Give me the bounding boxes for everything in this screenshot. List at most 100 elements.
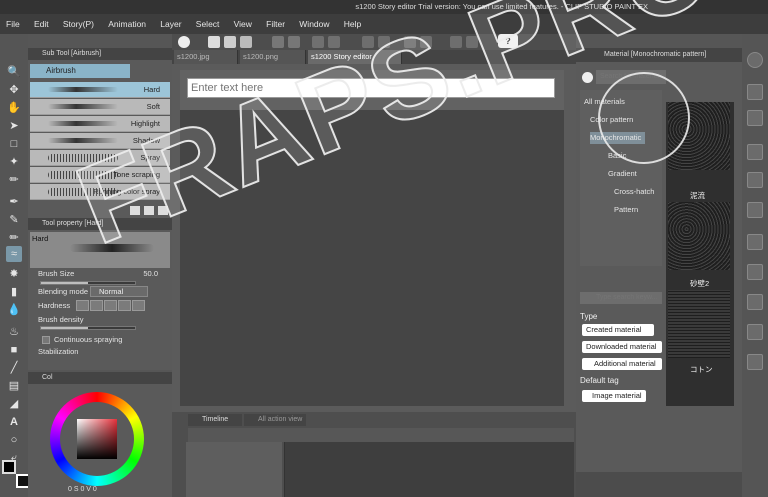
timeline-toolbar <box>188 428 574 442</box>
material-lines-icon[interactable] <box>747 264 763 280</box>
search-icon[interactable] <box>747 52 763 68</box>
hsv-readout: 0 S 0 V 0 <box>68 486 97 493</box>
hand-tool-icon[interactable]: ✋ <box>6 100 22 116</box>
watermark-ring <box>598 72 690 164</box>
menu-file[interactable]: File <box>0 14 26 34</box>
figure-tool-icon[interactable]: ╱ <box>6 360 22 376</box>
text-tool-icon[interactable]: A <box>6 414 22 430</box>
selection-tool-icon[interactable]: □ <box>6 136 22 152</box>
decoration-tool-icon[interactable]: ✸ <box>6 266 22 282</box>
tree-gradient[interactable]: Gradient <box>608 168 637 180</box>
default-tag-label: Default tag <box>580 376 619 385</box>
material-stripe-icon[interactable] <box>747 354 763 370</box>
stabilization-label: Stabilization <box>38 347 79 356</box>
gradient-tool-icon[interactable]: ■ <box>6 342 22 358</box>
material-checker-icon[interactable] <box>747 202 763 218</box>
menu-edit[interactable]: Edit <box>28 14 55 34</box>
eraser-tool-icon[interactable]: ▮ <box>6 284 22 300</box>
material-thumb-label-3: コトン <box>690 365 713 374</box>
menu-view[interactable]: View <box>228 14 258 34</box>
density-slider[interactable] <box>40 326 136 330</box>
type-label: Type <box>580 312 598 321</box>
brush-size-label: Brush Size <box>38 269 75 278</box>
subtool-group-tab[interactable]: Airbrush <box>30 64 130 78</box>
brush-stroke-preview <box>48 121 118 126</box>
material-dots-icon[interactable] <box>747 234 763 250</box>
brush-size-value[interactable]: 50.0 <box>143 268 158 280</box>
brush-label: Hard <box>143 85 160 94</box>
new-file-icon[interactable] <box>208 36 220 48</box>
blend-tool-icon[interactable]: 💧 <box>6 302 22 318</box>
pencil-tool-icon[interactable]: ✎ <box>6 212 22 228</box>
menu-select[interactable]: Select <box>190 14 226 34</box>
pen-tool-icon[interactable]: ✒ <box>6 194 22 210</box>
continuous-label: Continuous spraying <box>54 335 123 344</box>
hardness-level-1[interactable] <box>76 300 89 311</box>
brush-soft[interactable]: Soft <box>30 99 170 115</box>
continuous-checkbox[interactable] <box>42 336 50 344</box>
airbrush-tool-icon[interactable]: ≈ <box>6 246 22 262</box>
menu-animation[interactable]: Animation <box>102 14 152 34</box>
hardness-level-5[interactable] <box>132 300 145 311</box>
redo-icon[interactable] <box>288 36 300 48</box>
tag-additional-material[interactable]: Additional material <box>582 358 662 370</box>
hardness-level-3[interactable] <box>104 300 117 311</box>
stabilization-row: Stabilization <box>38 346 170 358</box>
save-icon[interactable] <box>240 36 252 48</box>
ruler-tool-icon[interactable]: ◢ <box>6 396 22 412</box>
main-color-swatch[interactable] <box>2 460 16 474</box>
menu-layer[interactable]: Layer <box>154 14 187 34</box>
timeline-frames[interactable] <box>284 442 574 497</box>
menu-story[interactable]: Story(P) <box>57 14 100 34</box>
tool-column: 🔍 ✥ ✋ ➤ □ ✦ ✏ ✒ ✎ ✏ ≈ ✸ ▮ 💧 ♨ ■ ╱ ▤ ◢ A … <box>0 34 30 497</box>
zoom-tool-icon[interactable]: 🔍 <box>6 64 22 80</box>
balloon-tool-icon[interactable]: ○ <box>6 432 22 448</box>
density-fill <box>41 327 88 329</box>
blending-select[interactable]: Normal <box>90 286 148 297</box>
brush-hard[interactable]: Hard <box>30 82 170 98</box>
brush-size-slider[interactable] <box>40 281 136 285</box>
undo-icon[interactable] <box>272 36 284 48</box>
tag-search-input[interactable] <box>580 292 662 304</box>
fill-tool-icon[interactable]: ♨ <box>6 324 22 340</box>
tag-created-material[interactable]: Created material <box>582 324 654 336</box>
hardness-level-2[interactable] <box>90 300 103 311</box>
operation-tool-icon[interactable]: ➤ <box>6 118 22 134</box>
frame-tool-icon[interactable]: ▤ <box>6 378 22 394</box>
tab-timeline[interactable]: Timeline <box>188 414 242 426</box>
move-tool-icon[interactable]: ✥ <box>6 82 22 98</box>
auto-select-icon[interactable]: ✦ <box>6 154 22 170</box>
open-file-icon[interactable] <box>224 36 236 48</box>
menu-window[interactable]: Window <box>293 14 335 34</box>
material-thumb-3[interactable] <box>668 290 730 358</box>
saturation-value-square[interactable] <box>77 419 117 459</box>
hardness-level-4[interactable] <box>118 300 131 311</box>
color-header: Col <box>28 372 172 384</box>
material-pattern-icon[interactable] <box>747 172 763 188</box>
eyedropper-icon[interactable]: ✏ <box>6 172 22 188</box>
tag-image-material[interactable]: Image material <box>582 390 646 402</box>
color-panel: Col 0 S 0 V 0 <box>28 372 172 497</box>
tree-pattern[interactable]: Pattern <box>614 204 638 216</box>
color-wheel-inner <box>60 402 134 476</box>
material-noise-icon[interactable] <box>747 324 763 340</box>
material-image-icon[interactable] <box>747 84 763 100</box>
tag-downloaded-material[interactable]: Downloaded material <box>582 341 662 353</box>
tree-cross-hatch[interactable]: Cross-hatch <box>614 186 654 198</box>
material-crosshatch-icon[interactable] <box>747 144 763 160</box>
menu-filter[interactable]: Filter <box>260 14 291 34</box>
timeline-panel: Timeline All action view <box>172 412 576 497</box>
material-tone-icon[interactable] <box>747 110 763 126</box>
material-grid-icon[interactable] <box>747 294 763 310</box>
brush-tool-icon[interactable]: ✏ <box>6 230 22 246</box>
tab-all-action-view[interactable]: All action view <box>244 414 306 426</box>
color-wheel[interactable] <box>50 392 144 486</box>
tab-s1200-jpg[interactable]: s1200.jpg <box>174 50 238 64</box>
continuous-row[interactable]: Continuous spraying <box>42 334 174 346</box>
material-thumb-2[interactable] <box>668 202 730 270</box>
material-thumb-label-2: 砂壁2 <box>690 279 710 288</box>
material-thumb-label-1: 泥流 <box>690 191 705 200</box>
clip-studio-icon[interactable] <box>178 36 190 48</box>
timeline-track-list[interactable] <box>186 442 282 497</box>
subtool-header: Sub Tool [Airbrush] <box>28 48 172 60</box>
